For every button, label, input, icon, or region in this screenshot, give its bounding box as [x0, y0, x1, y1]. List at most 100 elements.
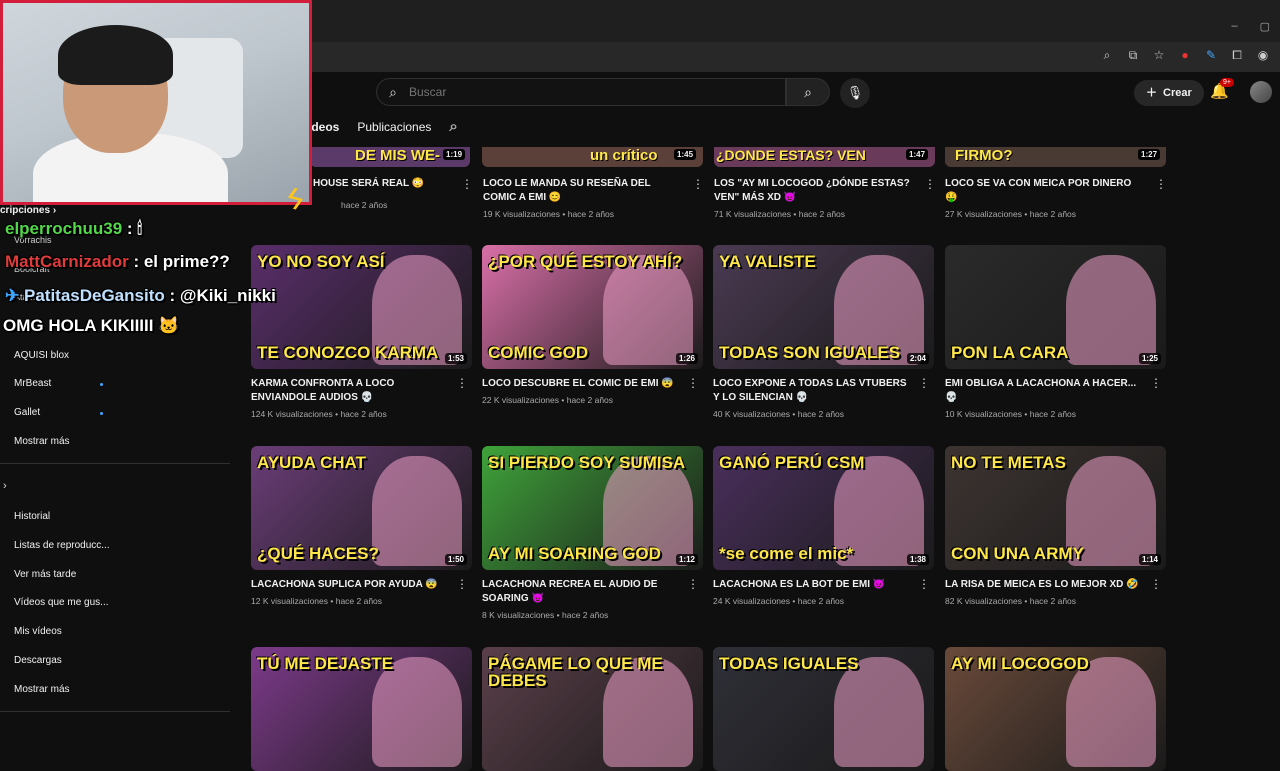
puzzle-icon[interactable]: ⧠ [1230, 48, 1244, 62]
video-card[interactable]: YO NO SOY ASÍ TE CONOZCO KARMA 1:53 KARMA C… [251, 245, 472, 419]
search-input[interactable] [409, 85, 769, 99]
video-title[interactable]: LOCO EXPONE A TODAS LAS VTUBERS Y LO SIL… [713, 377, 913, 405]
search-button[interactable]: ⌕ [786, 78, 830, 106]
thumbnail-caption: CON UNA ARMY [951, 544, 1084, 563]
video-title[interactable]: LA RISA DE MEICA ES LO MEJOR XD 🤣 [945, 578, 1145, 592]
duration-badge: 1:50 [444, 554, 467, 565]
thumbnail-caption: TODAS IGUALES [719, 654, 859, 673]
extension-red-icon[interactable]: ● [1178, 48, 1192, 62]
top-row-thumbnails: DE MIS WE- 1:19 un crítico 1:45 ¿DONDE E… [250, 147, 1170, 167]
sidebar-item-gallet[interactable]: Gallet [14, 407, 40, 418]
sidebar-item-downloads[interactable]: Descargas [14, 655, 62, 666]
video-title[interactable]: HOUSE SERÁ REAL 😳 [313, 177, 453, 191]
video-thumbnail[interactable]: TÚ ME DEJASTE [251, 647, 472, 771]
sidebar-divider [0, 711, 230, 712]
video-card[interactable]: AY MI LOCOGOD [945, 647, 1166, 771]
profile-icon[interactable]: ◉ [1256, 48, 1270, 62]
webcam-overlay [0, 0, 312, 205]
video-card[interactable]: AYUDA CHAT ¿QUÉ HACES? 1:50 LACACHONA SUPLI… [251, 446, 472, 606]
channel-tabs: Vídeos Publicaciones ⌕ [300, 118, 458, 135]
video-card[interactable]: NO TE METAS CON UNA ARMY 1:14 LA RISA DE ME… [945, 446, 1166, 606]
video-title[interactable]: LACACHONA RECREA EL AUDIO DE SOARING 👿 [482, 578, 682, 606]
video-meta: 19 K visualizaciones • hace 2 años [483, 209, 615, 219]
tab-posts[interactable]: Publicaciones [357, 120, 431, 134]
person-hair [58, 25, 173, 85]
avatar[interactable] [1250, 81, 1272, 103]
more-options-icon[interactable]: ⋮ [918, 376, 930, 390]
video-title[interactable]: LACACHONA ES LA BOT DE EMI 👿 [713, 578, 913, 592]
video-thumbnail[interactable]: ¿POR QUÉ ESTOY AHÍ? COMIC GOD 1:26 [482, 245, 703, 369]
video-title[interactable]: LOCO LE MANDA SU RESEÑA DEL COMIC A EMI … [483, 177, 683, 205]
video-title[interactable]: EMI OBLIGA A LACACHONA A HACER... 💀 [945, 377, 1145, 405]
video-thumbnail[interactable]: AY MI LOCOGOD [945, 647, 1166, 771]
video-title[interactable]: KARMA CONFRONTA A LOCO ENVIANDOLE AUDIOS… [251, 377, 451, 405]
voice-search-button[interactable]: 🎙 [840, 78, 870, 108]
video-thumbnail[interactable]: SI PIERDO SOY SUMISA AY MI SOARING GOD 1:1… [482, 446, 703, 570]
video-meta: hace 2 años [341, 200, 388, 210]
thumbnail-caption: ¿DONDE ESTAS? VEN [716, 147, 866, 163]
video-thumbnail[interactable]: PON LA CARA 1:25 [945, 245, 1166, 369]
sidebar-item-history[interactable]: Historial [14, 511, 50, 522]
more-options-icon[interactable]: ⋮ [456, 376, 468, 390]
channel-search-icon[interactable]: ⌕ [449, 118, 457, 135]
install-app-icon[interactable]: ⧉ [1126, 48, 1140, 62]
sidebar-subscriptions-header[interactable]: cripciones › [0, 205, 56, 216]
more-options-icon[interactable]: ⋮ [918, 577, 930, 591]
window-controls: – ▢ [1231, 20, 1270, 33]
more-options-icon[interactable]: ⋮ [687, 577, 699, 591]
video-card[interactable]: SI PIERDO SOY SUMISA AY MI SOARING GOD 1:1… [482, 446, 703, 620]
sidebar-item-my-videos[interactable]: Mis vídeos [14, 626, 62, 637]
chevron-right-icon[interactable]: › [3, 480, 7, 492]
video-card[interactable]: PÁGAME LO QUE ME DEBES [482, 647, 703, 771]
more-options-icon[interactable]: ⋮ [1150, 376, 1162, 390]
video-card[interactable]: TÚ ME DEJASTE [251, 647, 472, 771]
sidebar-item-aquisi-blox[interactable]: AQUISI blox [14, 350, 69, 361]
video-thumbnail[interactable]: AYUDA CHAT ¿QUÉ HACES? 1:50 [251, 446, 472, 570]
maximize-button[interactable]: ▢ [1260, 20, 1270, 33]
thumbnail-figure [372, 657, 462, 767]
video-title[interactable]: LOCO DESCUBRE EL COMIC DE EMI 😨 [482, 377, 682, 391]
more-options-icon[interactable]: ⋮ [456, 577, 468, 591]
video-item-top-2[interactable]: LOCO LE MANDA SU RESEÑA DEL COMIC A EMI … [483, 177, 688, 219]
duration-badge: 1:53 [444, 353, 467, 364]
create-button[interactable]: ＋ Crear [1134, 80, 1204, 106]
sidebar-show-more[interactable]: Mostrar más [14, 684, 70, 695]
sidebar-item-mrbeast[interactable]: MrBeast [14, 378, 51, 389]
sidebar-item-liked-videos[interactable]: Vídeos que me gus... [14, 597, 109, 608]
video-card[interactable]: PON LA CARA 1:25 EMI OBLIGA A LACACHONA A … [945, 245, 1166, 419]
video-meta: 82 K visualizaciones • hace 2 años [945, 596, 1077, 606]
sidebar-item-playlists[interactable]: Listas de reproducc... [14, 540, 110, 551]
more-options-icon[interactable]: ⋮ [1155, 177, 1276, 191]
video-item-top-4[interactable]: LOCO SE VA CON MEICA POR DINERO 🤑 27 K v… [945, 177, 1150, 219]
extension-blue-icon[interactable]: ✎ [1204, 48, 1218, 62]
video-card[interactable]: YA VALISTE TODAS SON IGUALES 2:04 LOCO EXPO… [713, 245, 934, 419]
more-options-icon[interactable]: ⋮ [687, 376, 699, 390]
more-options-icon[interactable]: ⋮ [1150, 577, 1162, 591]
video-thumbnail[interactable]: TODAS IGUALES [713, 647, 934, 771]
video-thumbnail[interactable]: GANÓ PERÚ CSM *se come el mic* 1:38 [713, 446, 934, 570]
thumbnail-figure [1066, 657, 1156, 767]
video-item-top-1[interactable]: HOUSE SERÁ REAL 😳 hace 2 años [313, 177, 453, 210]
video-thumbnail[interactable]: YA VALISTE TODAS SON IGUALES 2:04 [713, 245, 934, 369]
duration-badge: 1:14 [1138, 554, 1161, 565]
minimize-button[interactable]: – [1231, 20, 1237, 33]
video-thumbnail[interactable]: YO NO SOY ASÍ TE CONOZCO KARMA 1:53 [251, 245, 472, 369]
duration-badge: 1:12 [675, 554, 698, 565]
video-item-top-3[interactable]: LOS "AY MI LOCOGOD ¿DÓNDE ESTAS? VEN" MÁ… [714, 177, 924, 219]
duration-badge: 1:25 [1138, 353, 1161, 364]
star-icon[interactable]: ☆ [1152, 48, 1166, 62]
video-thumbnail[interactable]: PÁGAME LO QUE ME DEBES [482, 647, 703, 771]
zoom-icon[interactable]: ⌕ [1100, 48, 1114, 62]
video-card[interactable]: TODAS IGUALES [713, 647, 934, 771]
video-card[interactable]: GANÓ PERÚ CSM *se come el mic* 1:38 LACACHO… [713, 446, 934, 606]
video-title[interactable]: LOS "AY MI LOCOGOD ¿DÓNDE ESTAS? VEN" MÁ… [714, 177, 924, 205]
sidebar-show-more-subs[interactable]: Mostrar más [14, 436, 70, 447]
notifications-button[interactable]: 🔔 9+ [1210, 78, 1234, 100]
video-thumbnail[interactable]: NO TE METAS CON UNA ARMY 1:14 [945, 446, 1166, 570]
chat-message: MattCarnizador : el prime?? [5, 252, 230, 272]
video-meta: 10 K visualizaciones • hace 2 años [945, 409, 1077, 419]
sidebar-item-watch-later[interactable]: Ver más tarde [14, 569, 76, 580]
video-title[interactable]: LACACHONA SUPLICA POR AYUDA 😨 [251, 578, 451, 592]
video-title[interactable]: LOCO SE VA CON MEICA POR DINERO 🤑 [945, 177, 1145, 205]
video-card[interactable]: ¿POR QUÉ ESTOY AHÍ? COMIC GOD 1:26 LOCO DES… [482, 245, 703, 405]
